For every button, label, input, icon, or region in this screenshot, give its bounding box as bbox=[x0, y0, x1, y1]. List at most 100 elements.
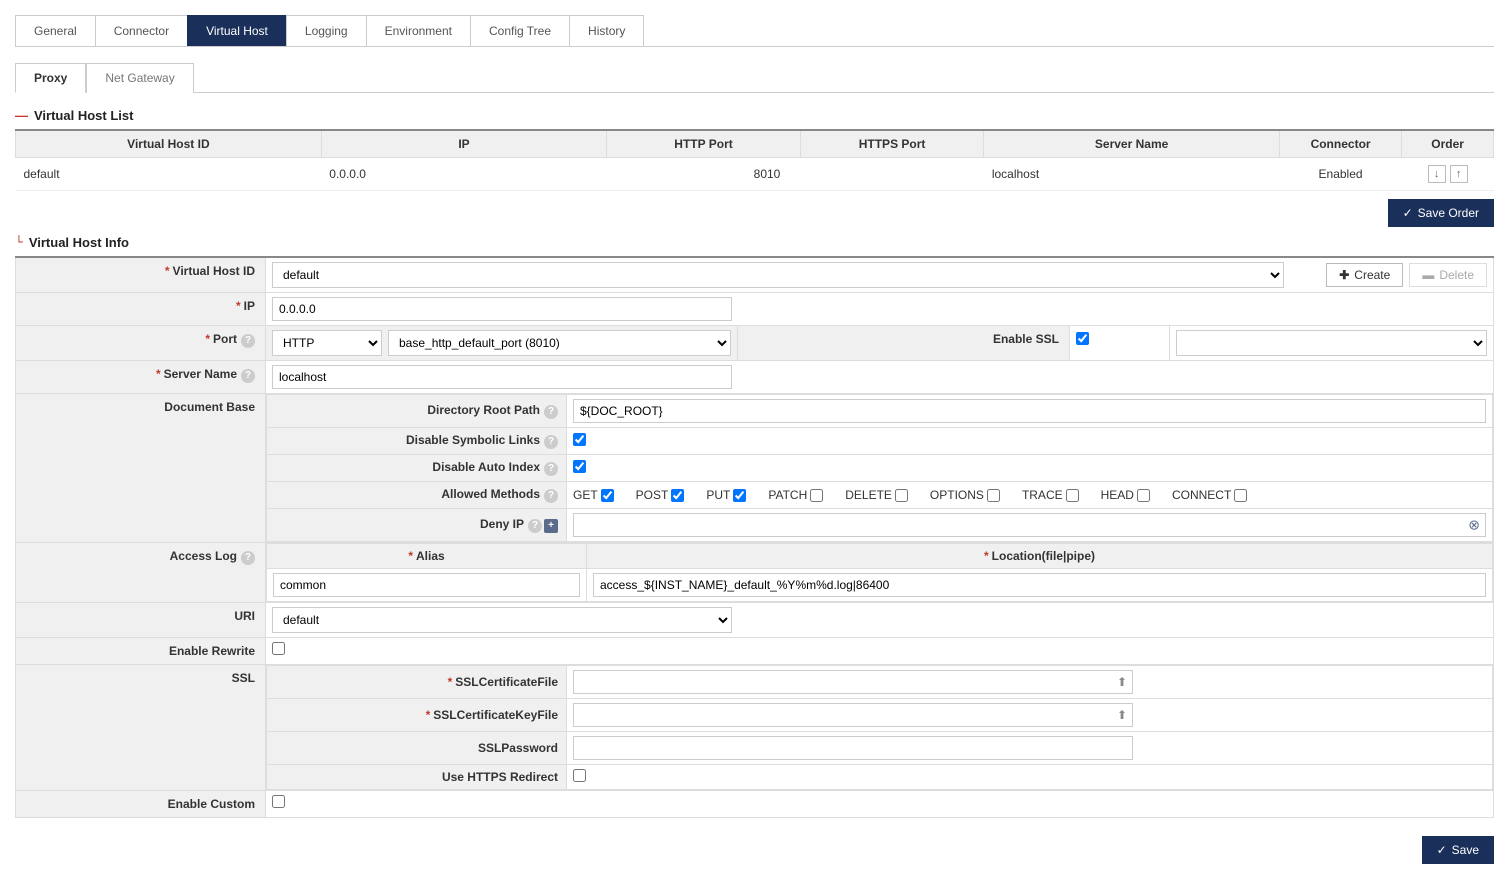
label-enable-custom: Enable Custom bbox=[168, 797, 255, 811]
vhost-id-select[interactable]: default bbox=[272, 262, 1284, 288]
method-patch-label: PATCH bbox=[768, 488, 807, 502]
vhost-info-header: └ Virtual Host Info bbox=[15, 235, 1494, 250]
disable-auto-checkbox[interactable] bbox=[573, 460, 586, 473]
method-post-checkbox[interactable] bbox=[671, 489, 684, 502]
create-button[interactable]: ✚Create bbox=[1326, 263, 1403, 287]
help-icon[interactable]: ? bbox=[544, 462, 558, 476]
cert-key-file-input[interactable] bbox=[573, 703, 1133, 727]
cell-ip: 0.0.0.0 bbox=[321, 158, 606, 191]
method-delete-checkbox[interactable] bbox=[895, 489, 908, 502]
delete-button[interactable]: ▬Delete bbox=[1409, 263, 1487, 287]
order-up-button[interactable]: ↑ bbox=[1450, 165, 1468, 183]
save-order-button[interactable]: ✓Save Order bbox=[1388, 199, 1494, 227]
vhost-info-title: Virtual Host Info bbox=[29, 235, 129, 250]
check-icon: ✓ bbox=[1437, 843, 1447, 857]
sub-tabs: Proxy Net Gateway bbox=[15, 62, 1494, 93]
method-trace-label: TRACE bbox=[1022, 488, 1063, 502]
add-deny-ip-button[interactable]: + bbox=[544, 519, 558, 533]
label-disable-auto: Disable Auto Index bbox=[432, 460, 540, 474]
method-put-checkbox[interactable] bbox=[733, 489, 746, 502]
ssl-password-input[interactable] bbox=[573, 736, 1133, 760]
table-row[interactable]: default 0.0.0.0 8010 localhost Enabled ↓… bbox=[16, 158, 1494, 191]
location-input[interactable] bbox=[593, 573, 1486, 597]
ip-input[interactable] bbox=[272, 297, 732, 321]
tab-general[interactable]: General bbox=[15, 15, 96, 46]
plus-icon: ✚ bbox=[1339, 268, 1349, 282]
label-cert-file: SSLCertificateFile bbox=[455, 675, 558, 689]
upload-icon[interactable]: ⬆ bbox=[1117, 708, 1127, 722]
method-head-checkbox[interactable] bbox=[1137, 489, 1150, 502]
method-get-checkbox[interactable] bbox=[601, 489, 614, 502]
cell-server: localhost bbox=[984, 158, 1280, 191]
label-vhost-id: Virtual Host ID bbox=[173, 264, 255, 278]
main-tabs: General Connector Virtual Host Logging E… bbox=[15, 15, 1494, 47]
subtab-net-gateway[interactable]: Net Gateway bbox=[86, 63, 193, 93]
label-disable-sym: Disable Symbolic Links bbox=[406, 433, 540, 447]
method-connect-label: CONNECT bbox=[1172, 488, 1231, 502]
ssl-select[interactable] bbox=[1176, 330, 1487, 356]
method-head-label: HEAD bbox=[1101, 488, 1134, 502]
col-http-port: HTTP Port bbox=[607, 130, 801, 158]
help-icon[interactable]: ? bbox=[241, 369, 255, 383]
label-cert-key-file: SSLCertificateKeyFile bbox=[433, 708, 558, 722]
method-options-checkbox[interactable] bbox=[987, 489, 1000, 502]
server-name-input[interactable] bbox=[272, 365, 732, 389]
tab-logging[interactable]: Logging bbox=[286, 15, 367, 46]
enable-rewrite-checkbox[interactable] bbox=[272, 642, 285, 655]
method-connect-checkbox[interactable] bbox=[1234, 489, 1247, 502]
cell-connector: Enabled bbox=[1279, 158, 1401, 191]
expand-icon[interactable]: └ bbox=[15, 235, 23, 250]
tab-virtual-host[interactable]: Virtual Host bbox=[187, 15, 287, 46]
method-trace-checkbox[interactable] bbox=[1066, 489, 1079, 502]
clear-icon[interactable]: ⊗ bbox=[1468, 517, 1480, 534]
alias-input[interactable] bbox=[273, 573, 580, 597]
collapse-icon[interactable]: — bbox=[15, 108, 28, 123]
dir-root-input[interactable] bbox=[573, 399, 1486, 423]
col-https-port: HTTPS Port bbox=[800, 130, 983, 158]
label-allowed: Allowed Methods bbox=[441, 487, 540, 501]
label-port: Port bbox=[213, 332, 237, 346]
port-select[interactable]: base_http_default_port (8010) bbox=[388, 330, 731, 356]
method-get-label: GET bbox=[573, 488, 598, 502]
subtab-proxy[interactable]: Proxy bbox=[15, 63, 86, 93]
enable-custom-checkbox[interactable] bbox=[272, 795, 285, 808]
vhost-info-form: *Virtual Host ID default ✚Create ▬Delete… bbox=[15, 256, 1494, 818]
label-alias: Alias bbox=[416, 549, 445, 563]
cert-file-input[interactable] bbox=[573, 670, 1133, 694]
label-doc-base: Document Base bbox=[164, 400, 255, 414]
help-icon[interactable]: ? bbox=[241, 334, 255, 348]
col-server-name: Server Name bbox=[984, 130, 1280, 158]
tab-history[interactable]: History bbox=[569, 15, 644, 46]
tab-config-tree[interactable]: Config Tree bbox=[470, 15, 570, 46]
method-patch-checkbox[interactable] bbox=[810, 489, 823, 502]
save-button[interactable]: ✓Save bbox=[1422, 836, 1494, 864]
protocol-select[interactable]: HTTP bbox=[272, 330, 382, 356]
cell-https bbox=[800, 158, 983, 191]
help-icon[interactable]: ? bbox=[544, 489, 558, 503]
label-ip: IP bbox=[244, 299, 255, 313]
cell-http: 8010 bbox=[607, 158, 801, 191]
help-icon[interactable]: ? bbox=[544, 435, 558, 449]
help-icon[interactable]: ? bbox=[241, 551, 255, 565]
disable-sym-checkbox[interactable] bbox=[573, 433, 586, 446]
order-down-button[interactable]: ↓ bbox=[1428, 165, 1446, 183]
help-icon[interactable]: ? bbox=[544, 405, 558, 419]
label-enable-rewrite: Enable Rewrite bbox=[169, 644, 255, 658]
deny-ip-input[interactable] bbox=[573, 513, 1486, 537]
enable-ssl-checkbox[interactable] bbox=[1076, 332, 1089, 345]
allowed-methods: GET POST PUT PATCH DELETE OPTIONS TRACE … bbox=[573, 488, 1486, 502]
tab-connector[interactable]: Connector bbox=[95, 15, 188, 46]
method-options-label: OPTIONS bbox=[930, 488, 984, 502]
https-redirect-checkbox[interactable] bbox=[573, 769, 586, 782]
tab-environment[interactable]: Environment bbox=[366, 15, 471, 46]
col-order: Order bbox=[1402, 130, 1494, 158]
method-delete-label: DELETE bbox=[845, 488, 892, 502]
help-icon[interactable]: ? bbox=[528, 519, 542, 533]
uri-select[interactable]: default bbox=[272, 607, 732, 633]
label-server-name: Server Name bbox=[164, 367, 237, 381]
label-deny-ip: Deny IP bbox=[480, 517, 524, 531]
label-enable-ssl: Enable SSL bbox=[993, 332, 1059, 346]
upload-icon[interactable]: ⬆ bbox=[1117, 675, 1127, 689]
method-post-label: POST bbox=[636, 488, 669, 502]
method-put-label: PUT bbox=[706, 488, 730, 502]
